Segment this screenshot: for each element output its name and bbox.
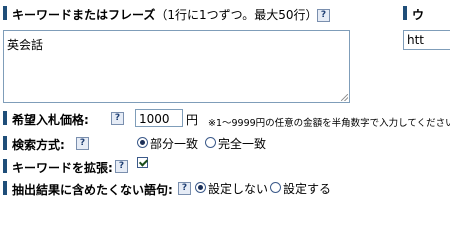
- section-marker: [403, 6, 407, 20]
- section-marker: [3, 6, 7, 20]
- help-icon[interactable]: ?: [111, 112, 124, 125]
- keywords-sublabel: （1行に1つずつ。最大50行）: [155, 8, 318, 22]
- right-column-label: ウ: [412, 8, 425, 22]
- section-marker: [3, 159, 7, 173]
- bid-input[interactable]: 1000: [135, 109, 183, 127]
- exclude-label: 抽出結果に含めたくない語句:: [12, 183, 173, 197]
- expand-checkbox[interactable]: [137, 157, 148, 168]
- help-icon[interactable]: ?: [115, 160, 128, 173]
- bid-label: 希望入札価格:: [12, 113, 89, 127]
- keywords-label: キーワードまたはフレーズ（1行に1つずつ。最大50行）: [12, 6, 317, 23]
- section-marker: [3, 111, 7, 125]
- keywords-textarea[interactable]: 英会話: [3, 30, 350, 103]
- right-column-input[interactable]: htt: [403, 30, 450, 50]
- match-option-exact-radio[interactable]: [205, 137, 216, 148]
- match-option-partial-label[interactable]: 部分一致: [150, 135, 198, 152]
- right-column-input-value: htt: [407, 33, 425, 47]
- match-option-exact-label[interactable]: 完全一致: [218, 135, 266, 152]
- help-icon[interactable]: ?: [178, 182, 191, 195]
- bid-unit: 円: [186, 113, 199, 127]
- match-label: 検索方式:: [12, 138, 65, 152]
- section-marker: [3, 181, 7, 195]
- bid-value: 1000: [139, 112, 170, 126]
- help-icon[interactable]: ?: [317, 9, 330, 22]
- keywords-title: キーワードまたはフレーズ: [12, 8, 156, 22]
- exclude-option-none-radio[interactable]: [195, 182, 206, 193]
- resize-grip-icon[interactable]: [341, 94, 348, 101]
- match-option-partial-radio[interactable]: [137, 137, 148, 148]
- exclude-option-none-label[interactable]: 設定しない: [208, 180, 268, 197]
- exclude-option-set-radio[interactable]: [270, 182, 281, 193]
- expand-label: キーワードを拡張:: [12, 161, 113, 175]
- section-marker: [3, 136, 7, 150]
- help-icon[interactable]: ?: [76, 137, 89, 150]
- exclude-option-set-label[interactable]: 設定する: [283, 180, 331, 197]
- bid-note: ※1～9999円の任意の金額を半角数字で入力してください。: [208, 118, 450, 129]
- keywords-value: 英会話: [7, 38, 44, 52]
